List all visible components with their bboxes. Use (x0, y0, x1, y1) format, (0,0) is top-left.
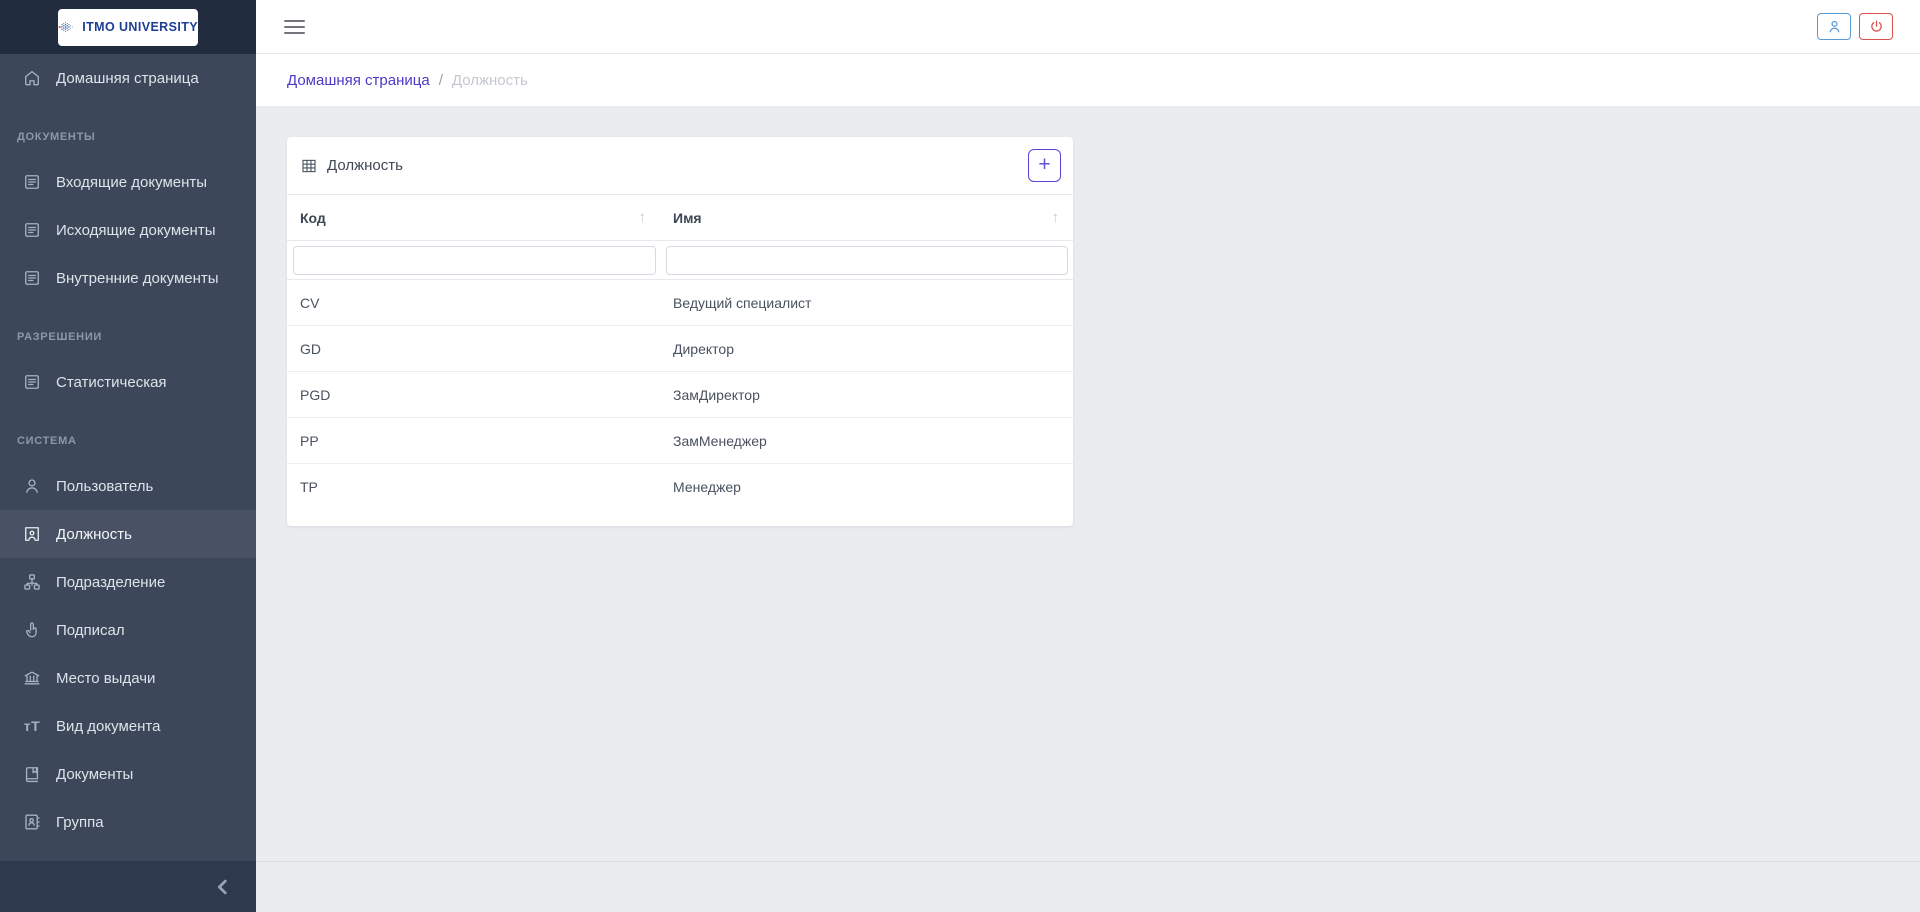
sidebar-item-label: Группа (56, 814, 104, 831)
cell-code: GD (287, 326, 660, 371)
sidebar-item-label: Статистическая (56, 374, 167, 391)
breadcrumb-current: Должность (452, 72, 528, 89)
sidebar-item-label: Исходящие документы (56, 222, 215, 239)
column-header-name[interactable]: Имя ↑ (660, 195, 1073, 240)
column-header-code[interactable]: Код ↑ (287, 195, 660, 240)
itmo-logo: ITMO UNIVERSITY (58, 9, 198, 46)
sidebar-item-label: Пользователь (56, 478, 153, 495)
cell-code: CV (287, 280, 660, 325)
document-icon (22, 172, 42, 192)
sort-icon[interactable]: ↑ (1052, 209, 1060, 226)
sidebar-section-label: ДОКУМЕНТЫ (0, 102, 256, 158)
table-row[interactable]: PGDЗамДиректор (287, 372, 1073, 418)
profile-button[interactable] (1817, 13, 1851, 40)
table-row[interactable]: CVВедущий специалист (287, 280, 1073, 326)
table-row[interactable]: PPЗамМенеджер (287, 418, 1073, 464)
hamburger-icon (284, 20, 305, 22)
chevron-left-icon (212, 876, 234, 898)
badge-icon (22, 524, 42, 544)
sidebar-item-position[interactable]: Должность (0, 510, 256, 558)
card-title: Должность (300, 157, 403, 175)
breadcrumb-home-link[interactable]: Домашняя страница (287, 72, 430, 89)
cell-name: ЗамМенеджер (660, 418, 1073, 463)
sidebar-item-label: Входящие документы (56, 174, 207, 191)
contact-card-icon (22, 812, 42, 832)
sidebar-item-label: Внутренние документы (56, 270, 219, 287)
sidebar-footer (0, 861, 256, 912)
sidebar-item-label: Домашняя страница (56, 70, 199, 87)
document-icon (22, 372, 42, 392)
sidebar-item-label: Вид документа (56, 718, 160, 735)
sidebar-item-department[interactable]: Подразделение (0, 558, 256, 606)
card-header: Должность + (287, 137, 1073, 195)
table-row[interactable]: TPМенеджер (287, 464, 1073, 510)
cell-name: Ведущий специалист (660, 280, 1073, 325)
logout-button[interactable] (1859, 13, 1893, 40)
cell-name: ЗамДиректор (660, 372, 1073, 417)
sidebar-item-signed-by[interactable]: Подписал (0, 606, 256, 654)
cell-name: Директор (660, 326, 1073, 371)
add-button[interactable]: + (1028, 149, 1061, 182)
filter-cell-code (287, 241, 660, 279)
book-icon (22, 764, 42, 784)
cell-code: PGD (287, 372, 660, 417)
column-header-label: Имя (673, 210, 702, 226)
card-title-text: Должность (327, 157, 403, 174)
sidebar: ITMO UNIVERSITY Домашняя страница ДОКУМЕН… (0, 0, 256, 912)
document-icon (22, 268, 42, 288)
sidebar-item-home[interactable]: Домашняя страница (0, 54, 256, 102)
sidebar-header: ITMO UNIVERSITY (0, 0, 256, 54)
table-filter-row (287, 241, 1073, 280)
sidebar-collapse-button[interactable] (212, 876, 234, 898)
sidebar-item-place-of-issue[interactable]: Место выдачи (0, 654, 256, 702)
filter-input-code[interactable] (293, 246, 656, 275)
cell-code: TP (287, 464, 660, 510)
filter-cell-name (660, 241, 1073, 279)
column-header-label: Код (300, 210, 326, 226)
table-body: CVВедущий специалистGDДиректорPGDЗамДире… (287, 280, 1073, 510)
document-icon (22, 220, 42, 240)
sidebar-item-documents[interactable]: Документы (0, 750, 256, 798)
breadcrumb: Домашняя страница / Должность (256, 54, 1920, 106)
bank-icon (22, 668, 42, 688)
hand-sign-icon (22, 620, 42, 640)
itmo-logo-text: ITMO UNIVERSITY (82, 20, 198, 34)
table-row[interactable]: GDДиректор (287, 326, 1073, 372)
sidebar-nav: Домашняя страница ДОКУМЕНТЫ Входящие докум… (0, 54, 256, 861)
topbar (256, 0, 1920, 54)
text-type-icon: тТ (22, 716, 42, 736)
cell-code: PP (287, 418, 660, 463)
sidebar-item-document-type[interactable]: тТ Вид документа (0, 702, 256, 750)
sidebar-item-label: Документы (56, 766, 133, 783)
org-chart-icon (22, 572, 42, 592)
cell-name: Менеджер (660, 464, 1073, 510)
filter-input-name[interactable] (666, 246, 1068, 275)
home-icon (22, 68, 42, 88)
breadcrumb-separator: / (439, 72, 443, 89)
sidebar-item-user[interactable]: Пользователь (0, 462, 256, 510)
hamburger-menu-button[interactable] (284, 20, 305, 34)
table-grid-icon (300, 157, 318, 175)
main-area: Домашняя страница / Должность Должность … (256, 0, 1920, 912)
itmo-logo-dots-icon (58, 16, 75, 38)
sidebar-item-outgoing-documents[interactable]: Исходящие документы (0, 206, 256, 254)
sidebar-section-label: РАЗРЕШЕНИИ (0, 302, 256, 358)
sidebar-item-label: Место выдачи (56, 670, 155, 687)
sidebar-item-group[interactable]: Группа (0, 798, 256, 846)
sidebar-item-incoming-documents[interactable]: Входящие документы (0, 158, 256, 206)
sidebar-item-statistical[interactable]: Статистическая (0, 358, 256, 406)
footer-strip (256, 861, 1920, 912)
user-icon (1826, 18, 1843, 35)
sidebar-item-label: Должность (56, 526, 132, 543)
power-icon (1868, 18, 1885, 35)
user-icon (22, 476, 42, 496)
sidebar-section-label: СИСТЕМА (0, 406, 256, 462)
table-header-row: Код ↑ Имя ↑ (287, 195, 1073, 241)
sidebar-item-label: Подписал (56, 622, 125, 639)
sidebar-item-label: Подразделение (56, 574, 165, 591)
sidebar-item-internal-documents[interactable]: Внутренние документы (0, 254, 256, 302)
position-table-card: Должность + Код ↑ Имя ↑ CVВедущий специалис… (287, 137, 1073, 526)
content-area: Должность + Код ↑ Имя ↑ CVВедущий специалис… (256, 106, 1920, 861)
sort-icon[interactable]: ↑ (639, 209, 647, 226)
